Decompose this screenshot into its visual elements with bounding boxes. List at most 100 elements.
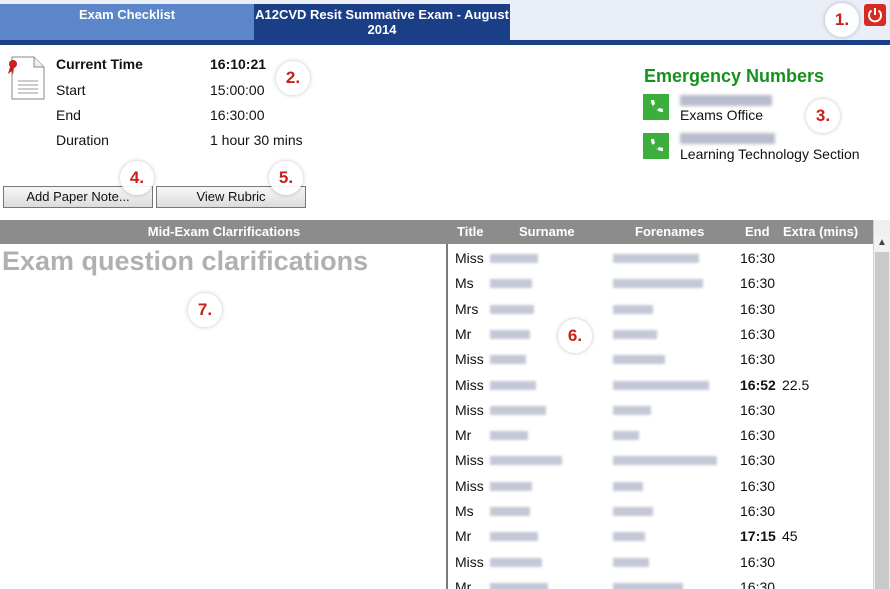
cell-forenames-redacted	[613, 507, 653, 516]
col-extra[interactable]: Extra (mins)	[783, 220, 858, 244]
table-row[interactable]: Miss 16:30	[448, 448, 873, 473]
table-row[interactable]: Ms 16:30	[448, 499, 873, 524]
exam-invigilator-screen: Exam Checklist A12CVD Resit Summative Ex…	[0, 0, 890, 589]
document-ribbon-icon	[6, 55, 46, 101]
col-forenames[interactable]: Forenames	[635, 220, 704, 244]
scroll-thumb[interactable]	[875, 252, 889, 589]
end-value: 16:30:00	[210, 107, 265, 123]
top-tab-bar: Exam Checklist A12CVD Resit Summative Ex…	[0, 0, 890, 40]
cell-title: Miss	[455, 477, 484, 494]
table-row[interactable]: Miss 16:30	[448, 246, 873, 271]
cell-forenames-redacted	[613, 582, 683, 589]
col-surname[interactable]: Surname	[519, 220, 575, 244]
cell-surname-redacted	[490, 456, 562, 466]
exams-office-number-redacted	[680, 95, 772, 106]
cell-extra: 45	[782, 528, 798, 545]
power-icon[interactable]	[864, 4, 886, 26]
table-row[interactable]: Mr 17:15 45	[448, 524, 873, 549]
cell-surname-redacted	[490, 557, 542, 567]
phone-icon	[643, 133, 669, 159]
cell-surname-redacted	[490, 405, 546, 415]
cell-surname-redacted	[490, 532, 538, 542]
marker-3: 3.	[806, 99, 840, 133]
col-title[interactable]: Title	[457, 220, 484, 244]
lts-number-redacted	[680, 133, 775, 144]
tab-current-exam[interactable]: A12CVD Resit Summative Exam - August 201…	[254, 4, 510, 40]
cell-forenames-redacted	[613, 329, 657, 339]
table-row[interactable]: Miss 16:30	[448, 347, 873, 372]
table-row[interactable]: Mrs 16:30	[448, 297, 873, 322]
cell-surname-redacted	[490, 254, 538, 263]
cell-title: Miss	[455, 452, 484, 469]
cell-end: 16:30	[740, 578, 776, 589]
learning-technology-label: Learning Technology Section	[680, 146, 860, 162]
cell-forenames-redacted	[613, 405, 651, 415]
students-table-header: Title Surname Forenames End Extra (mins)	[448, 220, 873, 244]
cell-end: 16:30	[740, 503, 776, 519]
exams-office-label: Exams Office	[680, 107, 763, 123]
cell-end: 16:52	[740, 376, 776, 393]
col-end[interactable]: End	[745, 220, 770, 244]
clarifications-text: Exam question clarifications	[2, 246, 369, 276]
cell-forenames-redacted	[613, 557, 649, 567]
cell-end: 16:30	[740, 250, 776, 266]
cell-forenames-redacted	[613, 532, 645, 542]
cell-surname-redacted	[490, 329, 530, 339]
cell-surname-redacted	[490, 431, 528, 441]
table-row[interactable]: Miss 16:30	[448, 550, 873, 575]
table-row[interactable]: Miss 16:30	[448, 474, 873, 499]
table-row[interactable]: Ms 16:30	[448, 271, 873, 296]
cell-forenames-redacted	[613, 355, 665, 365]
scroll-up-arrow-icon[interactable]: ▲	[874, 234, 890, 252]
cell-title: Miss	[455, 250, 484, 266]
marker-2: 2.	[276, 61, 310, 95]
cell-end: 16:30	[740, 275, 776, 292]
table-row[interactable]: Mr 16:30	[448, 575, 873, 589]
start-value: 15:00:00	[210, 82, 265, 98]
tab-underline-bar	[0, 40, 890, 45]
cell-surname-redacted	[490, 481, 532, 491]
cell-surname-redacted	[490, 507, 530, 516]
marker-4: 4.	[120, 161, 154, 195]
end-label: End	[56, 107, 81, 123]
marker-6: 6.	[558, 319, 592, 353]
clarifications-header: Mid-Exam Clarrifications	[0, 220, 448, 244]
marker-7: 7.	[188, 293, 222, 327]
table-row[interactable]: Miss 16:30	[448, 398, 873, 423]
cell-forenames-redacted	[613, 456, 717, 466]
cell-forenames-redacted	[613, 254, 699, 263]
cell-end: 16:30	[740, 477, 776, 494]
table-scrollbar[interactable]: ▲	[873, 220, 890, 589]
cell-end: 16:30	[740, 401, 776, 418]
duration-label: Duration	[56, 132, 109, 148]
phone-icon	[643, 94, 669, 120]
cell-title: Miss	[455, 401, 484, 418]
duration-value: 1 hour 30 mins	[210, 132, 303, 148]
cell-end: 17:15	[740, 528, 776, 545]
cell-surname-redacted	[490, 582, 548, 589]
marker-1: 1.	[825, 3, 859, 37]
cell-forenames-redacted	[613, 481, 643, 491]
cell-end: 16:30	[740, 452, 776, 469]
cell-surname-redacted	[490, 355, 526, 365]
table-row[interactable]: Mr 16:30	[448, 322, 873, 347]
marker-5: 5.	[269, 161, 303, 195]
cell-title: Mr	[455, 325, 472, 342]
cell-extra: 22.5	[782, 376, 810, 393]
cell-forenames-redacted	[613, 279, 703, 289]
cell-title: Miss	[455, 351, 484, 368]
table-row[interactable]: Miss 16:52 22.5	[448, 373, 873, 398]
cell-title: Mr	[455, 427, 472, 444]
cell-surname-redacted	[490, 304, 534, 314]
cell-surname-redacted	[490, 380, 536, 390]
cell-end: 16:30	[740, 325, 776, 342]
cell-title: Miss	[455, 376, 484, 393]
cell-forenames-redacted	[613, 431, 639, 441]
cell-title: Mrs	[455, 300, 479, 317]
cell-title: Miss	[455, 553, 484, 570]
current-time-label: Current Time	[56, 56, 143, 72]
tab-exam-checklist[interactable]: Exam Checklist	[0, 4, 254, 40]
cell-end: 16:30	[740, 300, 776, 317]
emergency-numbers-title: Emergency Numbers	[644, 66, 825, 86]
table-row[interactable]: Mr 16:30	[448, 423, 873, 448]
